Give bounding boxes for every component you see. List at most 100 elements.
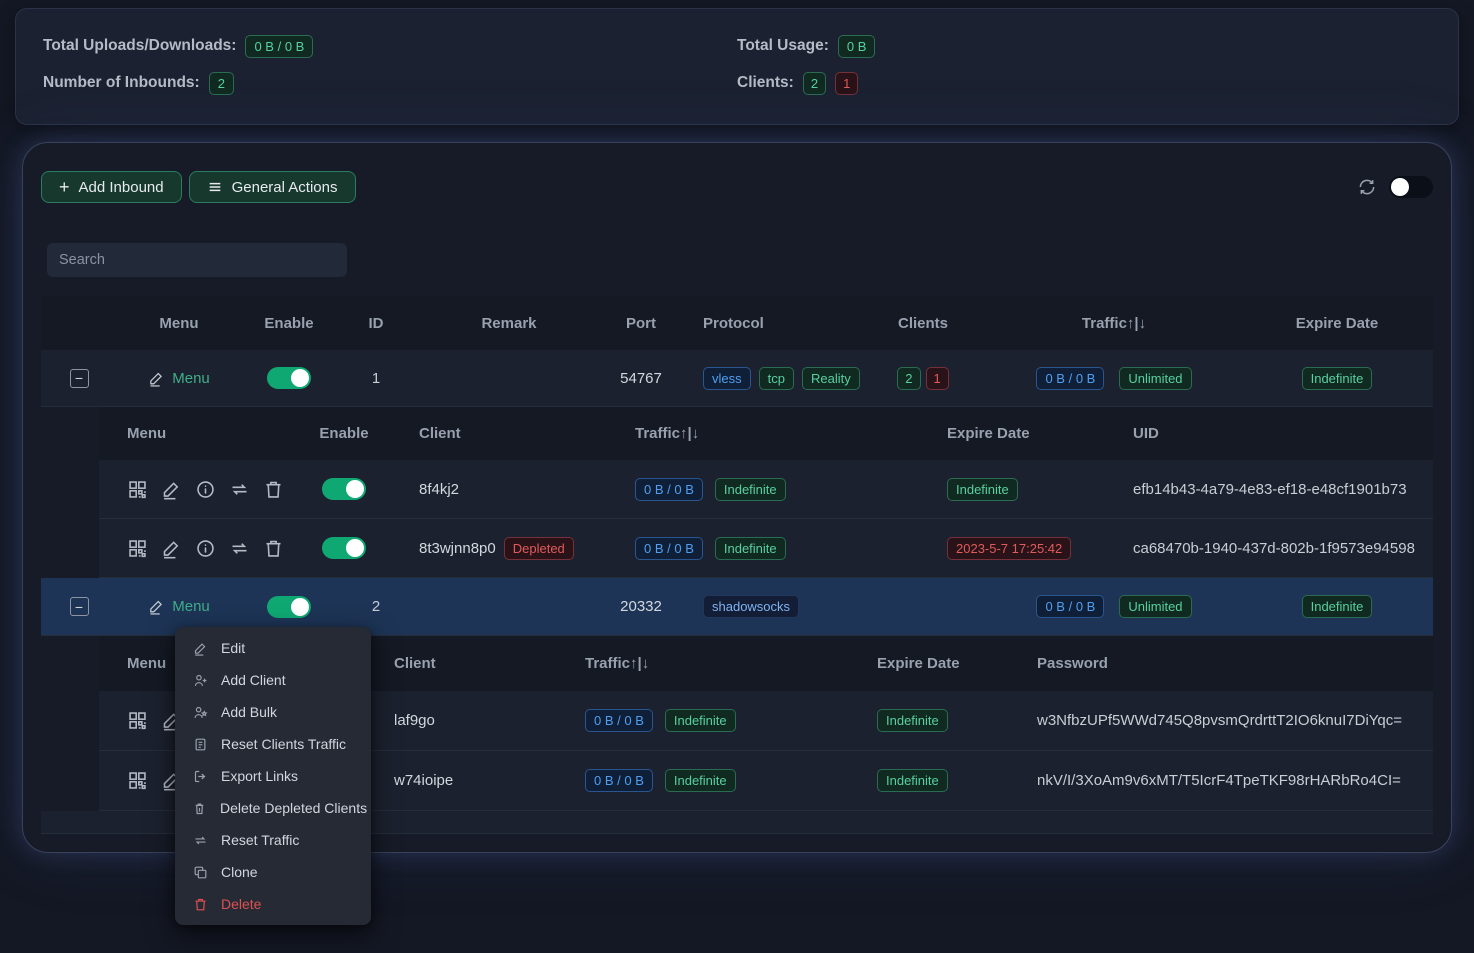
general-actions-label: General Actions bbox=[232, 179, 338, 196]
info-icon[interactable] bbox=[195, 479, 216, 500]
collapse-row-button[interactable]: − bbox=[70, 597, 89, 616]
user-bulk-icon bbox=[192, 705, 208, 720]
hamburger-icon bbox=[207, 179, 223, 195]
refresh-button[interactable] bbox=[1357, 177, 1377, 197]
inbound-menu-button[interactable]: Menu bbox=[148, 598, 210, 615]
stat-clients-depleted: 1 bbox=[835, 72, 858, 95]
clone-icon bbox=[192, 865, 208, 880]
client-traffic: 0 B / 0 B Indefinite bbox=[619, 460, 899, 518]
menu-item-clone[interactable]: Clone bbox=[175, 856, 371, 888]
stat-clients-active: 2 bbox=[803, 72, 826, 95]
client-traffic: 0 B / 0 B Indefinite bbox=[569, 691, 859, 750]
info-icon[interactable] bbox=[195, 538, 216, 559]
inbound1-clients-header: Menu Enable Client Traffic↑|↓ Expire Dat… bbox=[99, 407, 1433, 460]
plus-icon: + bbox=[59, 178, 70, 196]
menu-item-reset-clients-traffic[interactable]: Reset Clients Traffic bbox=[175, 728, 371, 760]
client-traffic-limit-badge: Indefinite bbox=[715, 478, 786, 501]
menu-item-delete-depleted-clients[interactable]: Delete Depleted Clients bbox=[175, 792, 371, 824]
expire-badge: Indefinite bbox=[1302, 595, 1373, 618]
inbound-clients-counts: 2 1 bbox=[857, 350, 989, 406]
traffic-badge: 0 B / 0 B bbox=[1036, 595, 1104, 618]
dark-mode-toggle[interactable] bbox=[1389, 176, 1433, 198]
client-name: 8t3wjnn8p0 bbox=[419, 540, 496, 557]
inbound-protocol-badges: shadowsocks bbox=[679, 578, 857, 635]
general-actions-button[interactable]: General Actions bbox=[189, 171, 356, 203]
inbound-remark bbox=[415, 578, 603, 635]
stat-usage: Total Usage: 0 B bbox=[737, 33, 1431, 59]
menu-item-export-links[interactable]: Export Links bbox=[175, 760, 371, 792]
stat-uploads-downloads-value: 0 B / 0 B bbox=[245, 35, 313, 58]
client-row-8t3wjnn8p0[interactable]: 8t3wjnn8p0 Depleted 0 B / 0 B Indefinite… bbox=[99, 519, 1433, 578]
stat-uploads-downloads-label: Total Uploads/Downloads: bbox=[43, 37, 236, 55]
client-actions bbox=[99, 519, 289, 577]
inbound1-clients-table: Menu Enable Client Traffic↑|↓ Expire Dat… bbox=[99, 407, 1433, 578]
header-client-uid: UID bbox=[1129, 407, 1433, 460]
menu-item-add-bulk[interactable]: Add Bulk bbox=[175, 696, 371, 728]
header-client-name: Client bbox=[399, 407, 619, 460]
stat-usage-value: 0 B bbox=[838, 35, 876, 58]
inbound-enable-toggle[interactable] bbox=[267, 596, 311, 618]
qrcode-icon[interactable] bbox=[127, 479, 148, 500]
stats-card: Total Uploads/Downloads: 0 B / 0 B Numbe… bbox=[15, 8, 1459, 125]
inbound-enable-toggle[interactable] bbox=[267, 367, 311, 389]
client-expire-badge: 2023-5-7 17:25:42 bbox=[947, 537, 1071, 560]
edit-client-icon[interactable] bbox=[161, 479, 182, 500]
client-name: w74ioipe bbox=[379, 751, 569, 810]
qrcode-icon[interactable] bbox=[127, 538, 148, 559]
inbound-traffic: 0 B / 0 B Unlimited bbox=[989, 350, 1239, 406]
client-traffic: 0 B / 0 B Indefinite bbox=[569, 751, 859, 810]
refresh-icon bbox=[1357, 177, 1377, 197]
inbound-row-1[interactable]: − Menu 1 54767 vless tcp bbox=[41, 350, 1433, 407]
client-traffic-limit-badge: Indefinite bbox=[665, 709, 736, 732]
delete-client-icon[interactable] bbox=[263, 538, 284, 559]
client-password: w3NfbzUPf5WWd745Q8pvsmQrdrttT2IO6knuI7Di… bbox=[1019, 691, 1433, 750]
clients-depleted-badge: 1 bbox=[926, 367, 949, 390]
edit-client-icon[interactable] bbox=[161, 538, 182, 559]
reset-client-traffic-icon[interactable] bbox=[229, 479, 250, 500]
client-enable-toggle[interactable] bbox=[322, 537, 366, 559]
expire-badge: Indefinite bbox=[1302, 367, 1373, 390]
client-name: laf9go bbox=[379, 691, 569, 750]
add-inbound-label: Add Inbound bbox=[79, 179, 164, 196]
menu-item-delete[interactable]: Delete bbox=[175, 888, 371, 920]
header-protocol: Protocol bbox=[679, 296, 857, 350]
client-row-8f4kj2[interactable]: 8f4kj2 0 B / 0 B Indefinite Indefinite e… bbox=[99, 460, 1433, 519]
client-expire-badge: Indefinite bbox=[877, 769, 948, 792]
header-enable: Enable bbox=[241, 296, 337, 350]
traffic-badge: 0 B / 0 B bbox=[1036, 367, 1104, 390]
header-client-traffic-sort[interactable]: Traffic↑|↓ bbox=[619, 407, 899, 460]
client-enable-toggle[interactable] bbox=[322, 478, 366, 500]
protocol-badge: vless bbox=[703, 367, 751, 390]
header-clients: Clients bbox=[857, 296, 989, 350]
collapse-row-button[interactable]: − bbox=[70, 369, 89, 388]
qrcode-icon[interactable] bbox=[127, 770, 148, 791]
header-id: ID bbox=[337, 296, 415, 350]
menu-item-reset-traffic[interactable]: Reset Traffic bbox=[175, 824, 371, 856]
menu-item-add-client[interactable]: Add Client bbox=[175, 664, 371, 696]
edit-pencil-icon bbox=[148, 598, 165, 615]
add-inbound-button[interactable]: + Add Inbound bbox=[41, 171, 182, 203]
search-input[interactable] bbox=[47, 243, 347, 277]
stat-inbounds: Number of Inbounds: 2 bbox=[43, 70, 737, 96]
inbound-menu-button[interactable]: Menu bbox=[148, 370, 210, 387]
header-client-name: Client bbox=[379, 636, 569, 691]
transport-badge: tcp bbox=[759, 367, 794, 390]
header-traffic-sort[interactable]: Traffic↑|↓ bbox=[989, 296, 1239, 350]
client-traffic-badge: 0 B / 0 B bbox=[635, 478, 703, 501]
inbound-port: 54767 bbox=[603, 350, 679, 406]
inbound-menu-label: Menu bbox=[172, 598, 210, 615]
stats-left-column: Total Uploads/Downloads: 0 B / 0 B Numbe… bbox=[43, 33, 737, 124]
header-client-traffic-sort[interactable]: Traffic↑|↓ bbox=[569, 636, 859, 691]
reset-client-traffic-icon[interactable] bbox=[229, 538, 250, 559]
edit-icon bbox=[192, 641, 208, 656]
qrcode-icon[interactable] bbox=[127, 710, 148, 731]
menu-item-edit[interactable]: Edit bbox=[175, 632, 371, 664]
header-client-menu: Menu bbox=[99, 407, 289, 460]
header-expand-column bbox=[41, 296, 117, 350]
clients-active-badge: 2 bbox=[897, 367, 920, 390]
client-expire-badge: Indefinite bbox=[877, 709, 948, 732]
inbound-menu-label: Menu bbox=[172, 370, 210, 387]
delete-client-icon[interactable] bbox=[263, 479, 284, 500]
stat-uploads-downloads: Total Uploads/Downloads: 0 B / 0 B bbox=[43, 33, 737, 59]
stat-inbounds-label: Number of Inbounds: bbox=[43, 74, 200, 92]
